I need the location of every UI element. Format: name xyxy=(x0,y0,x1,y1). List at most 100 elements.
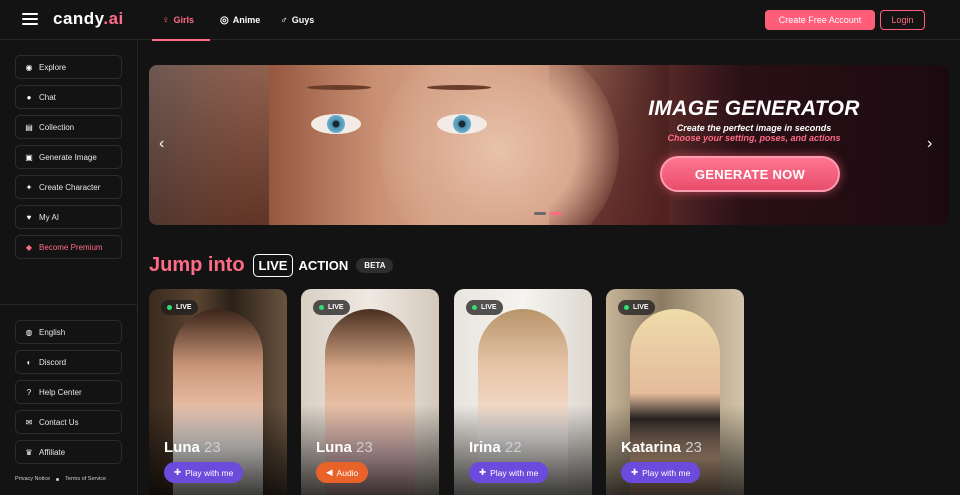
sidebar-item-discord[interactable]: ◐ Discord xyxy=(15,350,122,374)
sidebar-item-label: Create Character xyxy=(39,182,101,192)
controller-icon: ✚ xyxy=(631,467,639,477)
live-dot-icon xyxy=(319,305,324,310)
sidebar: ◉ Explore ● Chat ▤ Collection ▣ Generate Ima… xyxy=(0,40,138,495)
live-badge: LIVE xyxy=(618,300,655,315)
live-badge-label: LIVE xyxy=(633,304,649,311)
banner-scene-left xyxy=(149,65,269,225)
compass-icon: ◉ xyxy=(25,62,33,72)
card-name-text: Luna xyxy=(316,439,352,456)
sidebar-item-create-character[interactable]: ✦ Create Character xyxy=(15,175,122,199)
play-with-me-button[interactable]: ✚ Play with me xyxy=(469,462,549,483)
sidebar-item-contact-us[interactable]: ✉ Contact Us xyxy=(15,410,122,434)
tab-anime[interactable]: ◎ Anime xyxy=(210,0,270,40)
play-with-me-button[interactable]: ✚ Play with me xyxy=(621,462,701,483)
discord-icon: ◐ xyxy=(26,357,32,367)
banner-title: IMAGE GENERATOR xyxy=(648,97,860,120)
controller-icon: ✚ xyxy=(479,467,487,477)
character-card[interactable]: LIVE Luna 23 ◀ Audio xyxy=(301,289,439,495)
menu-icon[interactable] xyxy=(22,13,38,25)
card-age: 22 xyxy=(504,439,522,456)
live-badge-label: LIVE xyxy=(481,304,497,311)
live-section-heading: Jump into LIVE ACTION BETA xyxy=(149,250,394,280)
card-name: Katarina 23 xyxy=(621,439,702,456)
character-card[interactable]: LIVE Katarina 23 ✚ Play with me xyxy=(606,289,744,495)
sidebar-item-label: English xyxy=(39,327,66,337)
carousel-dot[interactable] xyxy=(534,212,546,215)
terms-link[interactable]: Terms of Service xyxy=(65,476,106,482)
character-card[interactable]: LIVE Irina 22 ✚ Play with me xyxy=(454,289,592,495)
logo-accent: .ai xyxy=(103,9,124,28)
tab-guys[interactable]: ♂ Guys xyxy=(270,0,324,40)
sidebar-item-help-center[interactable]: ? Help Center xyxy=(15,380,122,404)
tab-label: Girls xyxy=(173,15,195,25)
chevron-right-icon[interactable]: › xyxy=(927,135,932,153)
live-badge: LIVE xyxy=(161,300,198,315)
live-badge-label: LIVE xyxy=(176,304,192,311)
card-age: 23 xyxy=(685,439,702,456)
anime-icon: ◎ xyxy=(220,14,229,26)
sidebar-item-chat[interactable]: ● Chat xyxy=(15,85,122,109)
play-with-me-button[interactable]: ✚ Play with me xyxy=(164,462,244,483)
sidebar-item-label: Explore xyxy=(39,62,67,72)
controller-icon: ✚ xyxy=(174,467,182,477)
trophy-icon: ♛ xyxy=(25,447,33,457)
tab-label: Anime xyxy=(232,15,261,25)
sidebar-item-label: Become Premium xyxy=(39,242,103,252)
button-label: Play with me xyxy=(185,467,234,478)
banner-face-image xyxy=(379,65,619,225)
live-badge: LIVE xyxy=(313,300,350,315)
separator-dot xyxy=(56,477,60,481)
card-age: 23 xyxy=(356,439,373,456)
male-icon: ♂ xyxy=(280,14,288,26)
card-name: Luna 23 xyxy=(316,439,373,456)
carousel-dot-active[interactable] xyxy=(550,212,562,215)
logo[interactable]: candy.ai xyxy=(53,9,124,29)
sidebar-item-label: My AI xyxy=(39,212,60,222)
card-name: Irina 22 xyxy=(469,439,522,456)
live-dot-icon xyxy=(624,305,629,310)
sidebar-item-explore[interactable]: ◉ Explore xyxy=(15,55,122,79)
button-label: Play with me xyxy=(642,467,691,478)
legal-links: Privacy Notice Terms of Service xyxy=(15,476,106,482)
sidebar-item-english[interactable]: ◍ English xyxy=(15,320,122,344)
generate-now-button[interactable]: GENERATE NOW xyxy=(660,156,840,192)
sidebar-item-become-premium[interactable]: ◆ Become Premium xyxy=(15,235,122,259)
card-name-text: Luna xyxy=(164,439,200,456)
privacy-link[interactable]: Privacy Notice xyxy=(15,476,50,482)
live-dot-icon xyxy=(167,305,172,310)
banner-subtitle-accent: Choose your setting, poses, and actions xyxy=(667,133,841,143)
category-tabs: ♀ Girls ◎ Anime ♂ Guys xyxy=(152,0,324,41)
create-account-button[interactable]: Create Free Account xyxy=(765,10,875,30)
sidebar-item-generate-image[interactable]: ▣ Generate Image xyxy=(15,145,122,169)
banner-brow-right xyxy=(427,85,491,90)
jump-into-text: Jump into xyxy=(149,253,245,276)
card-age: 23 xyxy=(204,439,221,456)
sidebar-item-collection[interactable]: ▤ Collection xyxy=(15,115,122,139)
beta-badge: BETA xyxy=(356,257,394,273)
button-label: Audio xyxy=(336,467,359,478)
help-icon: ? xyxy=(26,387,32,397)
sidebar-item-label: Contact Us xyxy=(39,417,79,427)
sidebar-item-my-ai[interactable]: ♥ My AI xyxy=(15,205,122,229)
login-button[interactable]: Login xyxy=(880,10,925,30)
audio-button[interactable]: ◀ Audio xyxy=(316,462,369,483)
chat-icon: ● xyxy=(26,92,32,102)
card-name-text: Irina xyxy=(469,439,501,456)
action-label: ACTION xyxy=(298,257,349,273)
mail-icon: ✉ xyxy=(25,417,33,427)
live-dot-icon xyxy=(472,305,477,310)
hero-banner[interactable]: IMAGE GENERATOR Create the perfect image… xyxy=(149,65,949,225)
character-card[interactable]: LIVE Luna 23 ✚ Play with me xyxy=(149,289,287,495)
sidebar-item-label: Generate Image xyxy=(39,152,97,162)
sidebar-divider xyxy=(0,304,138,305)
banner-subtitle: Create the perfect image in seconds xyxy=(676,123,832,133)
chevron-left-icon[interactable]: ‹ xyxy=(159,135,164,153)
top-bar: candy.ai ♀ Girls ◎ Anime ♂ Guys Create Free… xyxy=(0,0,960,41)
sidebar-item-affiliate[interactable]: ♛ Affiliate xyxy=(15,440,122,464)
sidebar-item-label: Chat xyxy=(39,92,56,102)
live-badge-label: LIVE xyxy=(328,304,344,311)
sidebar-item-label: Collection xyxy=(39,122,75,132)
live-label: LIVE xyxy=(252,253,294,277)
tab-girls[interactable]: ♀ Girls xyxy=(152,0,210,41)
logo-text: candy xyxy=(53,9,104,28)
